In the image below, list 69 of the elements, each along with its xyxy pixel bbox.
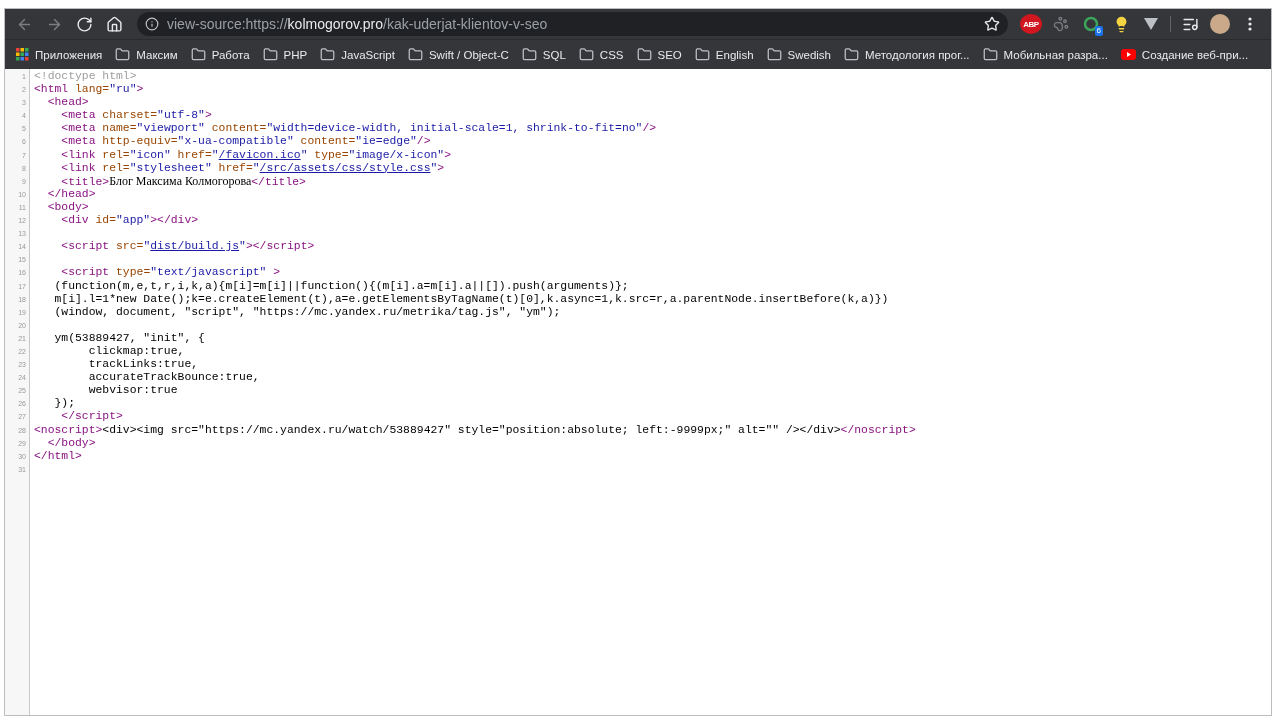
folder-icon (636, 47, 652, 62)
ring-icon (1083, 16, 1099, 32)
triangle-icon (1143, 17, 1159, 31)
code-line: <script src="dist/build.js"></script> (60, 240, 316, 254)
bookmark[interactable]: Методология прог... (839, 45, 975, 64)
code-line: </script> (60, 410, 124, 424)
bookmark[interactable]: SQL (516, 45, 571, 64)
code-line: <head> (46, 96, 90, 110)
extension-button[interactable]: 6 (1078, 12, 1104, 36)
count-badge: 6 (1094, 26, 1103, 36)
bookmark[interactable]: Swift / Object-C (402, 45, 514, 64)
bookmark[interactable]: PHP (257, 45, 313, 64)
bookmark[interactable]: Максим (110, 45, 183, 64)
code-line: <meta name="viewport" content="width=device-width, initial-scale=1, shrink-to-fit=no"/> (60, 122, 658, 136)
code-line: <script type="text/javascript" > (60, 266, 282, 280)
code-line: </head> (46, 187, 97, 201)
adblock-extension-button[interactable]: ABP (1018, 12, 1044, 36)
folder-icon (694, 47, 710, 62)
code-line: </body> (46, 436, 97, 450)
code-line: <body> (46, 200, 90, 215)
code-line: accurateTrackBounce:true, (87, 371, 261, 385)
folder-icon (844, 47, 859, 62)
folder-icon (521, 47, 537, 62)
folder-icon (190, 47, 206, 62)
code-line: <title>Блог Максима Колмогорова</title> (60, 174, 307, 188)
info-icon (145, 17, 159, 31)
bookmark[interactable]: Работа (185, 45, 255, 64)
code-line: <!doctype html> (34, 70, 138, 84)
code-line: ym(53889427, "init", { (53, 331, 206, 345)
code-line: <link rel="stylesheet" href="/src/assets/css/style.css"> (60, 161, 446, 175)
avatar-icon (1210, 14, 1230, 34)
bookmark[interactable]: Мобильная разра... (977, 45, 1113, 64)
address-bar[interactable]: view-source:https://kolmogorov.pro/kak-uderjat-klientov-v-seo (137, 12, 1008, 36)
url-text: view-source:https://kolmogorov.pro/kak-uderjat-klientov-v-seo (167, 16, 549, 32)
folder-icon (262, 47, 278, 62)
code-line: <html lang="ru"> (34, 83, 145, 97)
folder-icon (578, 47, 594, 62)
code-line: webvisor:true (87, 384, 179, 398)
bookmark[interactable]: CSS (573, 45, 629, 64)
bookmark[interactable]: SEO (631, 45, 687, 64)
play-icon (1120, 49, 1136, 60)
code-line: <div id="app"></div> (60, 214, 200, 228)
menu-icon (1248, 17, 1252, 31)
bookmark[interactable]: Приложения (11, 46, 108, 63)
code-line: </html> (34, 449, 83, 463)
apps-grid-icon (16, 48, 29, 61)
bookmark[interactable]: English (689, 45, 759, 64)
code-line: (function(m,e,t,r,i,k,a){m[i]=m[i]||function(){(m[i].a=m[i].a||[]).push(arguments)}; (53, 279, 630, 293)
folder-icon (982, 47, 998, 62)
code-line: <link rel="icon" href="/favicon.ico" type="image/x-icon"> (60, 148, 453, 162)
folder-icon (320, 47, 336, 62)
code-line: (window, document, "script", "https://mc.yandex.ru/metrika/tag.js", "ym"); (53, 305, 562, 319)
reload-icon (75, 15, 93, 33)
code-line: <meta http-equiv="x-ua-compatible" content="ie=edge"/> (60, 135, 432, 149)
folder-icon (115, 47, 131, 62)
folder-icon (407, 47, 423, 62)
code-line: <noscript><div><img src="https://mc.yandex.ru/watch/53889427" style="position:absolute; left:-9999px;" alt="" /></div></noscript> (34, 423, 917, 437)
code-line: clickmap:true, (87, 344, 186, 359)
bookmark[interactable]: Swedish (761, 45, 836, 64)
bookmark[interactable]: JavaScript (315, 45, 400, 64)
code-line: }); (53, 397, 76, 411)
paw-icon (1053, 16, 1069, 32)
home-icon (105, 15, 123, 33)
code-line: m[i].l=1*new Date();k=e.createElement(t),a=e.getElementsByTagName(t)[0],k.async=1,k.src=r,a.parentNode.insertBefore(k,a)}) (53, 292, 890, 306)
folder-icon (766, 47, 782, 62)
star-icon[interactable] (984, 16, 1000, 32)
code-line: trackLinks:true, (87, 358, 200, 372)
bookmark[interactable]: Создание веб-при... (1115, 46, 1254, 63)
code-line: <meta charset="utf-8"> (60, 109, 213, 123)
